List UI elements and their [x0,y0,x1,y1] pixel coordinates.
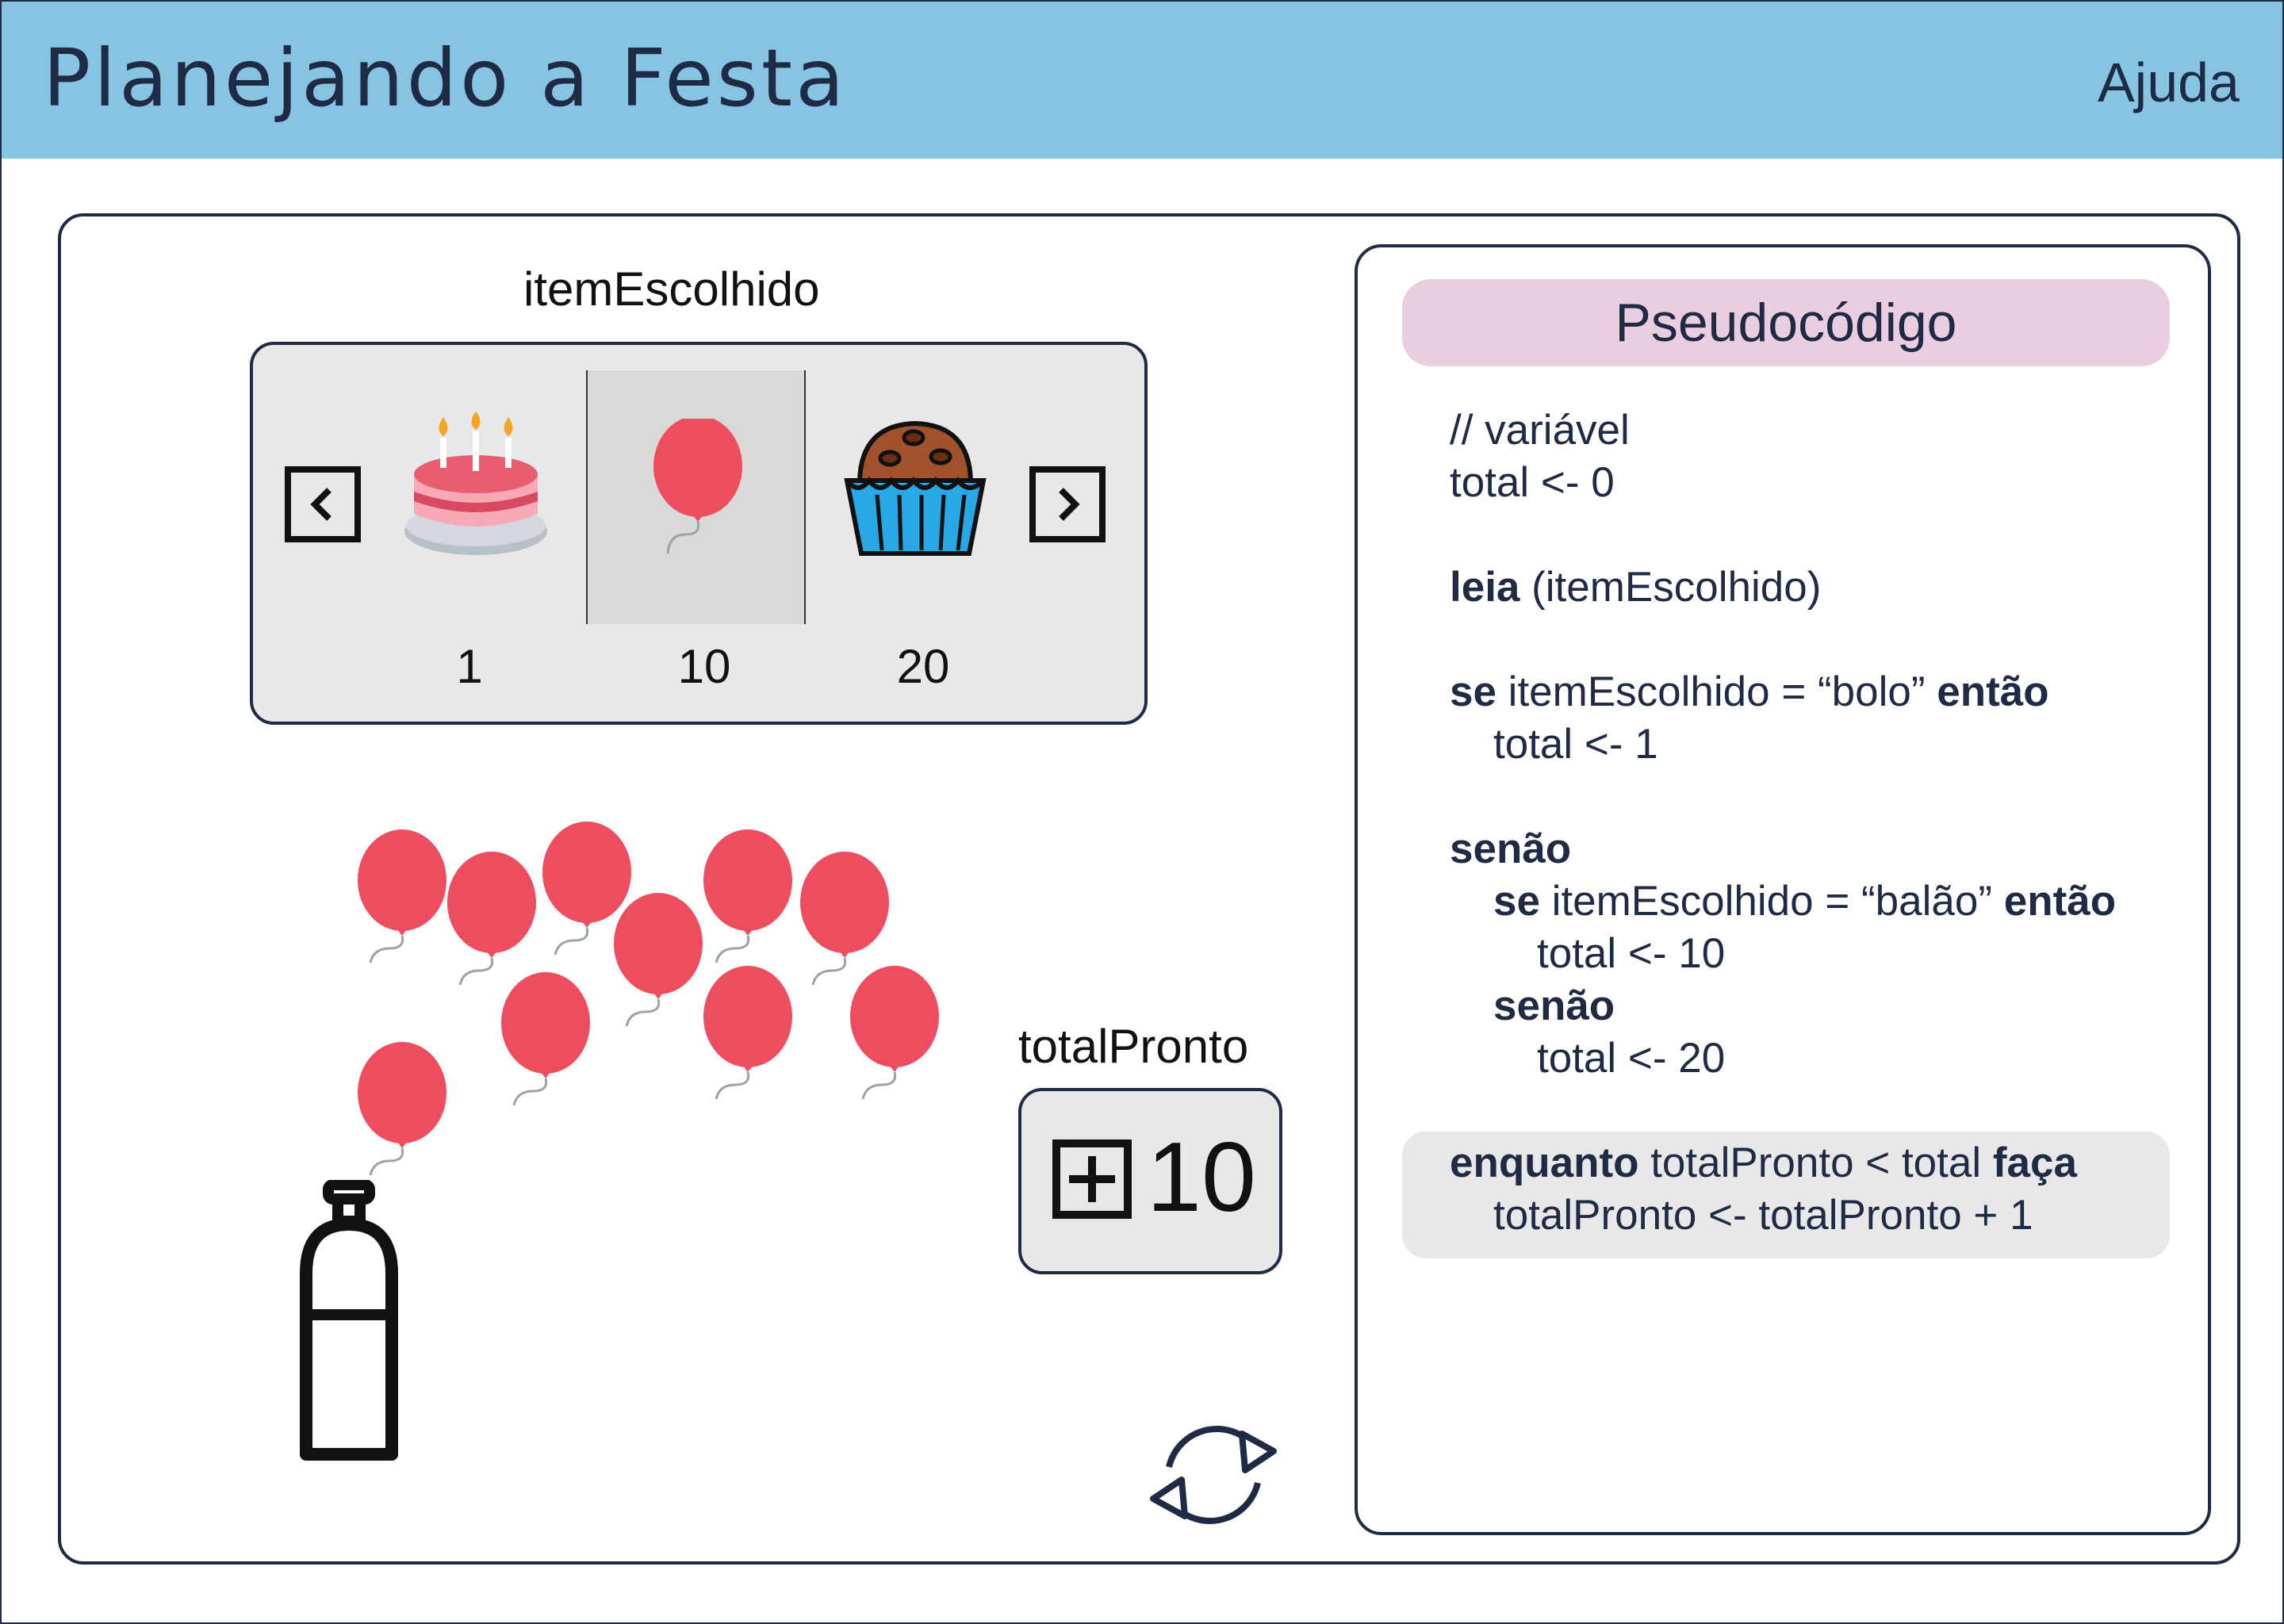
code-text: itemEscolhido = “bolo” [1496,668,1937,715]
code-while-body: totalPronto <- totalPronto + 1 [1493,1192,2033,1239]
pseudocode-title: Pseudocódigo [1402,279,2170,366]
code-text: totalPronto < total [1638,1139,1993,1186]
balloon-icon [800,852,889,986]
code-keyword: faça [1992,1139,2077,1186]
code-text: itemEscolhido = “balão” [1539,878,2004,925]
code-keyword: então [1937,668,2049,715]
gas-tank-icon[interactable] [293,1180,404,1465]
balloon-icon [850,966,939,1100]
refresh-icon[interactable] [1134,1411,1293,1538]
balloon-icon [703,829,792,963]
balloon-icon [703,966,792,1100]
code-keyword: então [2003,878,2117,925]
code-assign1: total <- 1 [1493,721,1658,768]
code-if1-line: se itemEscolhido = “bolo” então [1450,668,2049,716]
code-init: total <- 0 [1450,459,1615,506]
total-value: 10 [1147,1123,1256,1232]
balloon-scene [358,822,939,1176]
balloon-icon [447,852,536,986]
code-keyword: se [1450,668,1496,715]
chevron-right-icon[interactable] [1029,466,1106,542]
code-assign3: total <- 20 [1537,1035,1726,1082]
plus-square-icon[interactable] [1052,1139,1132,1220]
code-while-line: enquanto totalPronto < total faça [1450,1139,2077,1187]
code-assign2: total <- 10 [1537,930,1726,977]
balloon-icon [614,893,703,1027]
balloon-icon [501,972,590,1106]
code-read-line: leia (itemEscolhido) [1450,563,1821,611]
help-link[interactable]: Ajuda [2098,51,2240,114]
code-if2-line: se itemEscolhido = “balão” então [1493,877,2116,925]
total-label: totalPronto [1018,1020,1249,1073]
balloon-icon [358,1042,446,1176]
code-keyword: se [1493,878,1540,925]
code-else1: senão [1450,825,1572,872]
balloon-icon [358,829,446,963]
code-else2: senão [1493,982,1615,1029]
code-keyword: leia [1450,564,1520,611]
code-keyword: enquanto [1450,1139,1639,1186]
code-text: (itemEscolhido) [1519,564,1822,611]
code-comment: // variável [1450,407,1630,454]
